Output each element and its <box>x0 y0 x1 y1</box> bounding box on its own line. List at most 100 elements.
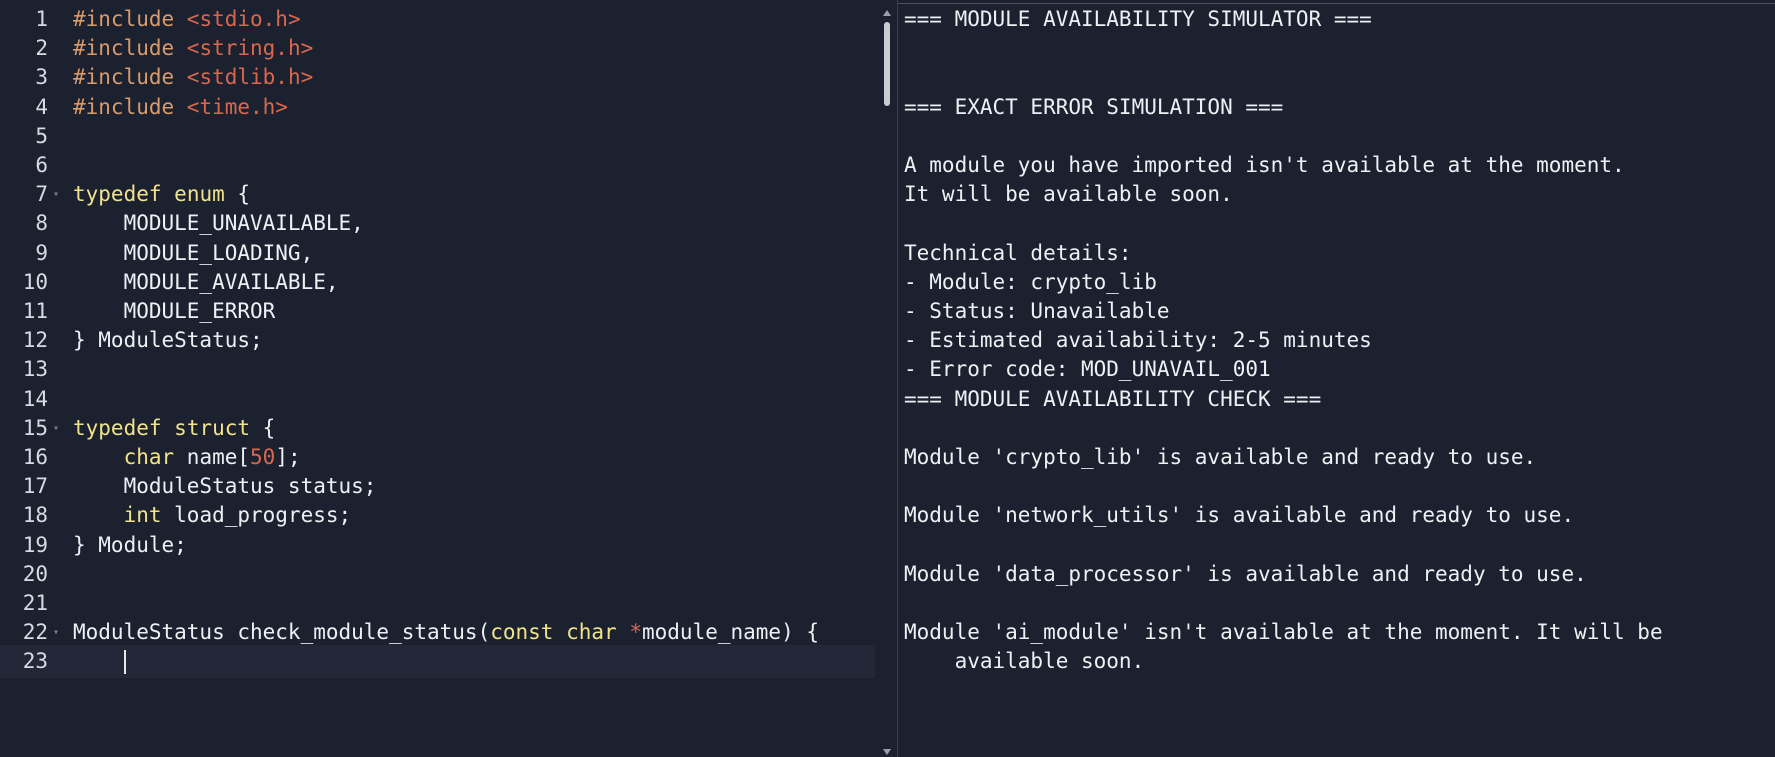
output-line: Module 'crypto_lib' is available and rea… <box>904 445 1537 469</box>
code-line[interactable]: 22 ▾ ModuleStatus check_module_status(cons… <box>0 616 875 649</box>
code-text: ModuleStatus status; <box>73 470 377 503</box>
code-line[interactable]: 16 char name[50]; <box>0 441 875 474</box>
code-editor[interactable]: 1 #include <stdio.h> 2 #include <string.h> 3… <box>0 0 897 757</box>
fold-arrow-icon[interactable]: ▾ <box>53 412 59 445</box>
code-text: #include <time.h> <box>73 91 288 124</box>
code-text: #include <stdio.h> <box>73 3 301 36</box>
output-line: === MODULE AVAILABILITY CHECK === <box>904 386 1322 411</box>
line-number: 11 <box>22 299 48 323</box>
code-token: <string.h> <box>186 36 314 61</box>
line-number: 4 <box>35 94 48 119</box>
line-number: 15 <box>22 415 48 440</box>
scrollbar-thumb[interactable] <box>884 22 890 106</box>
line-number: 7 <box>35 182 48 207</box>
line-number: 9 <box>35 240 48 265</box>
code-token: enum <box>174 182 225 207</box>
pane-divider[interactable] <box>897 0 898 757</box>
line-number: 16 <box>22 445 48 469</box>
line-number: 18 <box>22 503 48 528</box>
code-token: { <box>224 182 251 207</box>
code-line[interactable]: 19 } Module; <box>0 529 875 562</box>
line-number: 23 <box>22 649 48 674</box>
code-line[interactable]: 4 #include <time.h> <box>0 91 875 124</box>
line-number: 3 <box>35 65 48 90</box>
output-line: - Module: crypto_lib <box>904 269 1157 294</box>
line-number: 19 <box>22 532 48 557</box>
fold-arrow-icon[interactable]: ▾ <box>53 616 59 649</box>
output-line: - Error code: MOD_UNAVAIL_001 <box>904 357 1271 382</box>
line-number: 2 <box>35 36 48 61</box>
code-line[interactable]: 17 ModuleStatus status; <box>0 470 875 503</box>
code-text: } Module; <box>73 529 187 562</box>
code-token: MODULE_ERROR <box>73 299 276 323</box>
code-line[interactable]: 23 <box>0 645 875 679</box>
code-token: char <box>566 620 617 645</box>
code-line[interactable]: 18 int load_progress; <box>0 499 875 532</box>
code-line[interactable]: 1 #include <stdio.h> <box>0 3 875 36</box>
scroll-up-arrow-icon[interactable] <box>883 10 891 16</box>
code-token: } Module; <box>73 532 187 557</box>
code-token: name[ <box>174 445 251 469</box>
output-line: - Status: Unavailable <box>904 299 1170 323</box>
code-line[interactable]: 13 <box>0 353 875 386</box>
code-text: MODULE_ERROR <box>73 295 276 328</box>
code-token: typedef <box>73 415 162 440</box>
code-line[interactable]: 15 ▾ typedef struct { <box>0 412 875 445</box>
code-token: MODULE_AVAILABLE, <box>73 269 339 294</box>
code-line[interactable]: 11 MODULE_ERROR <box>0 295 875 328</box>
output-line: Module 'network_utils' is available and … <box>904 503 1575 528</box>
code-token: module_name) { <box>642 620 820 645</box>
code-token: typedef <box>73 182 162 207</box>
line-number: 6 <box>35 153 48 177</box>
code-line[interactable]: 5 <box>0 120 875 153</box>
console-output: === MODULE AVAILABILITY SIMULATOR === ===… <box>904 0 1764 757</box>
code-line[interactable]: 10 MODULE_AVAILABLE, <box>0 266 875 299</box>
code-token: char <box>123 445 175 469</box>
code-line[interactable]: 3 #include <stdlib.h> <box>0 61 875 94</box>
code-token: 50 <box>250 445 276 469</box>
code-token: #include <box>73 36 187 61</box>
editor-scrollbar[interactable] <box>880 10 894 757</box>
code-text <box>73 645 126 678</box>
code-line[interactable]: 9 MODULE_LOADING, <box>0 237 875 270</box>
output-line: === MODULE AVAILABILITY SIMULATOR === <box>904 7 1372 31</box>
code-token: ModuleStatus check_module_status( <box>73 620 491 645</box>
code-token: <stdlib.h> <box>186 65 314 90</box>
fold-arrow-icon[interactable]: ▾ <box>53 178 59 211</box>
code-token: struct <box>174 415 251 440</box>
code-text: } ModuleStatus; <box>73 324 263 357</box>
code-line[interactable]: 12} ModuleStatus; <box>0 324 875 357</box>
code-token: MODULE_LOADING, <box>73 240 314 265</box>
code-token: ModuleStatus status; <box>73 474 377 499</box>
code-line[interactable]: 8 MODULE_UNAVAILABLE, <box>0 207 875 240</box>
code-token: #include <box>73 94 187 119</box>
code-text: typedef enum { <box>73 178 250 211</box>
code-line[interactable]: 6 <box>0 149 875 182</box>
line-number: 8 <box>35 211 48 236</box>
line-number: 1 <box>35 7 48 31</box>
output-line: It will be available soon. <box>904 182 1233 207</box>
code-text: MODULE_UNAVAILABLE, <box>73 207 364 240</box>
code-token: <time.h> <box>186 94 288 119</box>
code-token: <stdio.h> <box>186 7 301 31</box>
output-line: available soon. <box>904 649 1145 674</box>
code-line[interactable]: 14 <box>0 383 875 416</box>
code-line[interactable]: 2 #include <string.h> <box>0 32 875 65</box>
code-line[interactable]: 20 <box>0 558 875 591</box>
code-line[interactable]: 21 <box>0 587 875 620</box>
code-token: } ModuleStatus; <box>73 328 263 353</box>
code-text: char name[50]; <box>73 441 301 474</box>
scroll-down-arrow-icon[interactable] <box>883 749 891 755</box>
code-line[interactable]: 7 ▾ typedef enum { <box>0 178 875 211</box>
output-line: Module 'data_processor' is available and… <box>904 561 1587 586</box>
output-line: === EXACT ERROR SIMULATION === <box>904 94 1284 119</box>
code-token: #include <box>73 7 187 31</box>
code-token: ]; <box>275 445 301 469</box>
code-text: int load_progress; <box>73 499 352 532</box>
